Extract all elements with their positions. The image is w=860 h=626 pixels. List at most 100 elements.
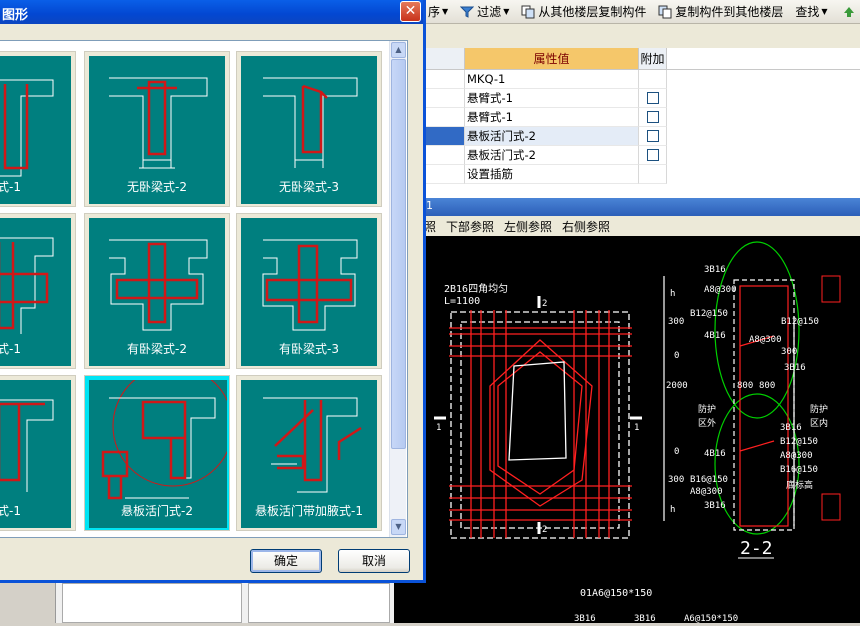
svg-text:B16@150: B16@150	[780, 465, 818, 475]
svg-text:2: 2	[542, 525, 547, 535]
svg-text:3B16: 3B16	[784, 363, 806, 373]
find-button[interactable]: 查找 ▼	[791, 3, 831, 20]
reference-bar: 照 下部参照 左侧参照 右侧参照	[424, 216, 860, 236]
gallery-scrollbar[interactable]: ▲ ▼	[389, 41, 406, 537]
svg-text:3B16: 3B16	[704, 265, 726, 275]
grid-header-property-value[interactable]: 属性值	[465, 48, 639, 70]
svg-text:2: 2	[542, 299, 547, 309]
svg-text:A6@150*150: A6@150*150	[684, 614, 738, 623]
sort-button[interactable]: 序 ▼	[424, 3, 452, 20]
shape-card-selected[interactable]: 悬板活门式-2	[84, 375, 230, 531]
svg-text:0: 0	[674, 351, 679, 361]
shape-card[interactable]: 无卧梁式-3	[236, 51, 382, 207]
shape-card[interactable]: 梁式-1	[0, 213, 76, 369]
svg-text:h: h	[670, 289, 675, 299]
dialog-titlebar[interactable]: 图形 ✕	[0, 0, 423, 24]
table-row[interactable]: 设置插筋	[425, 165, 667, 184]
table-row[interactable]: 悬臂式-1	[425, 108, 667, 127]
grid-header-attach[interactable]: 附加	[639, 48, 667, 70]
attach-checkbox[interactable]	[646, 111, 659, 123]
cancel-button[interactable]: 取消	[338, 549, 410, 573]
dialog-title: 图形	[2, 8, 29, 23]
svg-text:01A6@150*150: 01A6@150*150	[580, 588, 652, 599]
ref-tab-bottom[interactable]: 下部参照	[446, 218, 494, 235]
cad-window-titlebar: 1	[424, 198, 860, 216]
svg-text:1: 1	[634, 423, 639, 433]
main-toolbar: 序 ▼ 过滤 ▼ 从其他楼层复制构件 复制构件到其他楼层 查找 ▼	[424, 0, 860, 24]
svg-text:B16@150: B16@150	[690, 475, 728, 485]
shape-gallery: 梁式-1 无卧梁式-2 无卧梁式-3 梁式-1 有卧梁式-2	[0, 40, 408, 538]
grid-header-name	[425, 48, 465, 70]
shape-card[interactable]: 有卧梁式-2	[84, 213, 230, 369]
card-caption: 无卧梁式-3	[279, 180, 339, 194]
ok-button[interactable]: 确定	[250, 549, 322, 573]
svg-text:防护: 防护	[698, 403, 716, 415]
card-caption: 悬板活门式-2	[121, 504, 193, 518]
svg-text:A8@300: A8@300	[749, 335, 782, 345]
svg-text:底标高: 底标高	[786, 479, 813, 491]
ref-tab-left[interactable]: 左侧参照	[504, 218, 552, 235]
svg-text:A8@300: A8@300	[780, 451, 813, 461]
cad-label: L=1100	[444, 296, 480, 307]
shape-card[interactable]: 有卧梁式-3	[236, 213, 382, 369]
shape-card[interactable]: 悬板活门带加腋式-1	[236, 375, 382, 531]
copy-to-icon	[658, 5, 672, 18]
copy-to-floor-button[interactable]: 复制构件到其他楼层	[654, 3, 787, 20]
svg-text:800: 800	[759, 381, 775, 391]
svg-text:800: 800	[737, 381, 753, 391]
cad-dimension-labels: 3B16 A8@300 B12@150 4B16 A8@300 B12@150 …	[574, 265, 828, 624]
svg-text:A8@300: A8@300	[690, 487, 723, 497]
table-row-selected[interactable]: 悬板活门式-2	[425, 127, 667, 146]
scroll-down-icon[interactable]: ▼	[391, 519, 406, 535]
property-grid: 属性值 附加 MKQ-1 悬臂式-1 悬臂式-1 悬板活门式-2 悬板活门式-2…	[424, 48, 860, 198]
shape-card[interactable]: 门式-1	[0, 375, 76, 531]
svg-text:区内: 区内	[810, 417, 828, 429]
svg-text:4B16: 4B16	[704, 449, 726, 459]
svg-text:区外: 区外	[698, 417, 716, 429]
close-button[interactable]: ✕	[400, 1, 421, 22]
svg-text:A8@300: A8@300	[704, 285, 737, 295]
svg-text:3B16: 3B16	[780, 423, 802, 433]
toolbar-secondary	[424, 24, 860, 48]
table-row[interactable]: 悬臂式-1	[425, 89, 667, 108]
svg-text:3B16: 3B16	[634, 614, 656, 623]
svg-text:4B16: 4B16	[704, 331, 726, 341]
copy-from-icon	[521, 5, 535, 18]
close-icon: ✕	[404, 3, 417, 19]
filter-button[interactable]: 过滤 ▼	[456, 3, 513, 20]
attach-checkbox[interactable]	[646, 130, 659, 142]
svg-text:2000: 2000	[666, 381, 688, 391]
table-row[interactable]: MKQ-1	[425, 70, 667, 89]
scroll-up-icon[interactable]: ▲	[391, 42, 406, 58]
section-label: 2-2	[740, 538, 773, 559]
svg-text:1: 1	[436, 423, 441, 433]
svg-text:B12@150: B12@150	[780, 437, 818, 447]
svg-text:h: h	[670, 505, 675, 515]
svg-text:300: 300	[668, 317, 684, 327]
copy-from-floor-button[interactable]: 从其他楼层复制构件	[517, 3, 650, 20]
svg-text:B12@150: B12@150	[690, 309, 728, 319]
card-caption: 悬板活门带加腋式-1	[255, 504, 363, 518]
shape-dialog: 图形 ✕ 梁式-1 无卧梁式-2 无卧梁式-3 梁式-1	[0, 0, 426, 583]
svg-text:B12@150: B12@150	[781, 317, 819, 327]
svg-text:3B16: 3B16	[574, 614, 596, 623]
svg-text:300: 300	[668, 475, 684, 485]
svg-text:0: 0	[674, 447, 679, 457]
svg-text:3B16: 3B16	[704, 501, 726, 511]
cad-label: 2B16四角均匀	[444, 283, 508, 295]
ref-tab-right[interactable]: 右侧参照	[562, 218, 610, 235]
shape-card[interactable]: 无卧梁式-2	[84, 51, 230, 207]
attach-checkbox[interactable]	[646, 149, 659, 161]
svg-text:300: 300	[781, 347, 797, 357]
attach-checkbox[interactable]	[646, 92, 659, 104]
cad-drawing-area[interactable]: 2B16四角均匀 L=1100 2 2 1 1 3B16 A8@300 B12@…	[394, 236, 860, 624]
cad-drawing: 2B16四角均匀 L=1100 2 2 1 1 3B16 A8@300 B12@…	[434, 241, 841, 624]
card-caption: 无卧梁式-2	[127, 180, 187, 194]
card-caption: 有卧梁式-2	[127, 342, 187, 356]
filter-icon	[460, 6, 475, 18]
scroll-thumb[interactable]	[391, 59, 406, 449]
card-caption: 有卧梁式-3	[279, 342, 339, 356]
toolbar-overflow[interactable]	[838, 5, 860, 19]
shape-card[interactable]: 梁式-1	[0, 51, 76, 207]
table-row[interactable]: 悬板活门式-2	[425, 146, 667, 165]
